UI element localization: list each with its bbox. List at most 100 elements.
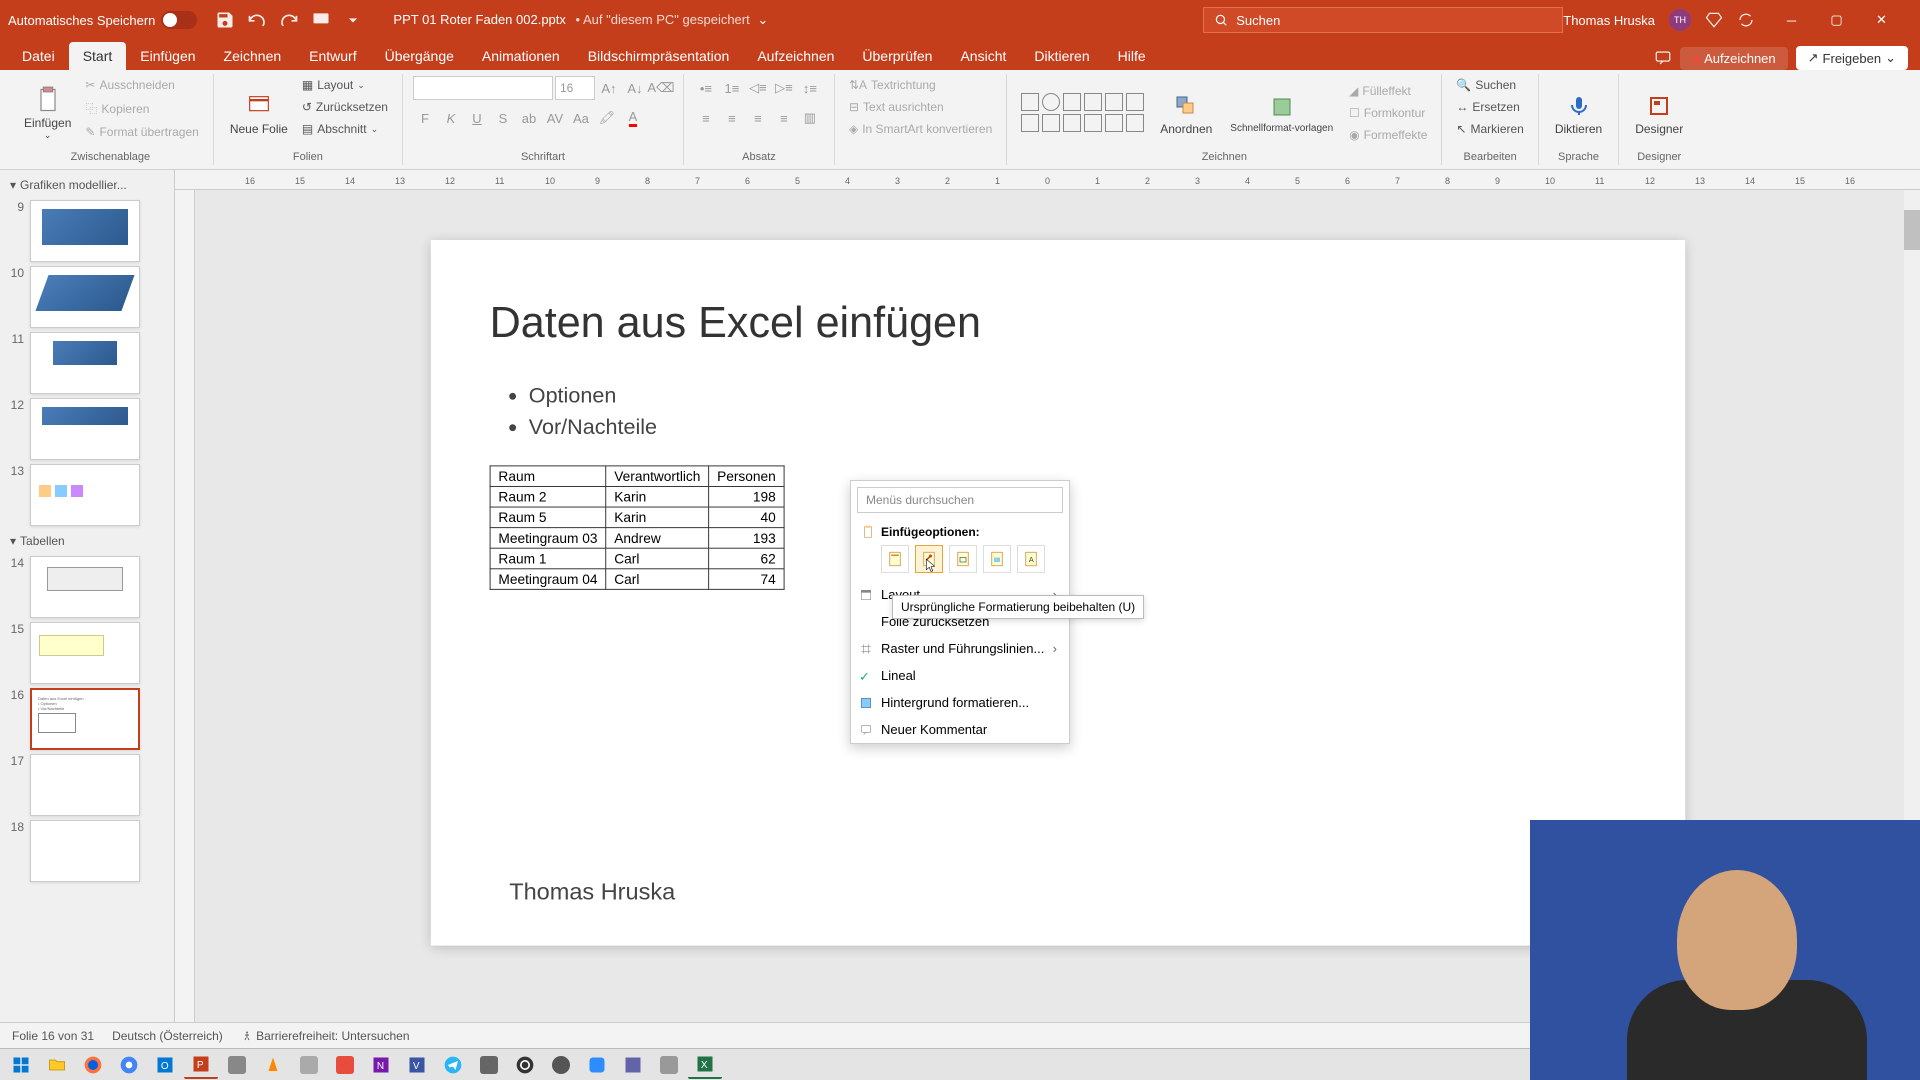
onenote-icon[interactable]: N bbox=[364, 1051, 398, 1079]
app-icon[interactable] bbox=[472, 1051, 506, 1079]
slide-title[interactable]: Daten aus Excel einfügen bbox=[489, 299, 980, 348]
paste-text-only[interactable]: A bbox=[1017, 545, 1045, 573]
teams-icon[interactable] bbox=[616, 1051, 650, 1079]
increase-font-button[interactable]: A↑ bbox=[597, 76, 621, 100]
layout-button[interactable]: ▦Layout⌄ bbox=[298, 76, 392, 94]
new-slide-button[interactable]: Neue Folie bbox=[224, 76, 294, 149]
ctx-grid[interactable]: Raster und Führungslinien... › bbox=[851, 635, 1069, 662]
slide-content[interactable]: Optionen Vor/Nachteile bbox=[489, 377, 656, 446]
italic-button[interactable]: K bbox=[439, 106, 463, 130]
strikethrough-button[interactable]: S bbox=[491, 106, 515, 130]
chrome-icon[interactable] bbox=[112, 1051, 146, 1079]
numbering-button[interactable]: 1≡ bbox=[720, 76, 744, 100]
tab-start[interactable]: Start bbox=[69, 42, 127, 70]
paste-button[interactable]: Einfügen ⌄ bbox=[18, 76, 77, 149]
slide-author[interactable]: Thomas Hruska bbox=[509, 879, 675, 906]
tab-einfuegen[interactable]: Einfügen bbox=[126, 42, 209, 70]
justify-button[interactable]: ≡ bbox=[772, 106, 796, 130]
save-icon[interactable] bbox=[215, 10, 235, 30]
columns-button[interactable]: ▥ bbox=[798, 106, 822, 130]
shape-gallery[interactable] bbox=[1017, 89, 1148, 136]
clear-format-button[interactable]: A⌫ bbox=[649, 76, 673, 100]
excel-icon[interactable]: X bbox=[688, 1051, 722, 1079]
designer-button[interactable]: Designer bbox=[1629, 76, 1689, 149]
char-spacing-button[interactable]: AV bbox=[543, 106, 567, 130]
tab-datei[interactable]: Datei bbox=[8, 42, 69, 70]
decrease-indent-button[interactable]: ◁≡ bbox=[746, 76, 770, 100]
arrange-button[interactable]: Anordnen bbox=[1154, 86, 1218, 140]
redo-icon[interactable] bbox=[279, 10, 299, 30]
font-color-button[interactable]: A bbox=[621, 106, 645, 130]
bold-button[interactable]: F bbox=[413, 106, 437, 130]
autosave-toggle[interactable]: Automatisches Speichern bbox=[8, 11, 197, 29]
paste-embed[interactable] bbox=[949, 545, 977, 573]
replace-button[interactable]: ↔Ersetzen bbox=[1452, 98, 1527, 116]
tab-entwurf[interactable]: Entwurf bbox=[295, 42, 370, 70]
tab-zeichnen[interactable]: Zeichnen bbox=[210, 42, 296, 70]
slide-panel[interactable]: ▾ Grafiken modellier... 9 10 11 12 13 ▾ … bbox=[0, 170, 175, 1050]
underline-button[interactable]: U bbox=[465, 106, 489, 130]
present-icon[interactable] bbox=[311, 10, 331, 30]
more-icon[interactable] bbox=[343, 10, 363, 30]
bullets-button[interactable]: •≡ bbox=[694, 76, 718, 100]
language-indicator[interactable]: Deutsch (Österreich) bbox=[112, 1029, 223, 1043]
highlight-button[interactable]: 🖍 bbox=[595, 106, 619, 130]
dictate-button[interactable]: Diktieren bbox=[1549, 76, 1608, 149]
case-button[interactable]: Aa bbox=[569, 106, 593, 130]
tab-ueberpruefen[interactable]: Überprüfen bbox=[848, 42, 946, 70]
obs-icon[interactable] bbox=[508, 1051, 542, 1079]
select-button[interactable]: ↖Markieren bbox=[1452, 120, 1527, 138]
telegram-icon[interactable] bbox=[436, 1051, 470, 1079]
app-icon[interactable] bbox=[652, 1051, 686, 1079]
app-icon[interactable] bbox=[220, 1051, 254, 1079]
thumb-18[interactable]: 18 bbox=[6, 820, 168, 882]
tab-bildschirm[interactable]: Bildschirmpräsentation bbox=[574, 42, 744, 70]
reset-button[interactable]: ↺Zurücksetzen bbox=[298, 98, 392, 116]
start-button[interactable] bbox=[4, 1051, 38, 1079]
section-tabellen[interactable]: ▾ Tabellen bbox=[4, 530, 170, 552]
ctx-format-bg[interactable]: Hintergrund formatieren... bbox=[851, 689, 1069, 716]
ctx-ruler[interactable]: ✓ Lineal bbox=[851, 662, 1069, 689]
thumb-15[interactable]: 15 bbox=[6, 622, 168, 684]
paste-keep-source[interactable] bbox=[915, 545, 943, 573]
toggle-switch[interactable] bbox=[161, 11, 197, 29]
firefox-icon[interactable] bbox=[76, 1051, 110, 1079]
thumb-10[interactable]: 10 bbox=[6, 266, 168, 328]
thumb-14[interactable]: 14 bbox=[6, 556, 168, 618]
powerpoint-icon[interactable]: P bbox=[184, 1051, 218, 1079]
align-right-button[interactable]: ≡ bbox=[746, 106, 770, 130]
tab-animationen[interactable]: Animationen bbox=[468, 42, 574, 70]
outlook-icon[interactable]: O bbox=[148, 1051, 182, 1079]
zoom-icon[interactable] bbox=[580, 1051, 614, 1079]
diamond-icon[interactable] bbox=[1705, 11, 1723, 29]
thumb-17[interactable]: 17 bbox=[6, 754, 168, 816]
app-icon[interactable] bbox=[544, 1051, 578, 1079]
section-button[interactable]: ▤Abschnitt⌄ bbox=[298, 120, 392, 138]
comments-icon[interactable] bbox=[1654, 49, 1672, 67]
search-input[interactable]: Suchen bbox=[1203, 7, 1563, 33]
menu-search-input[interactable]: Menüs durchsuchen bbox=[857, 487, 1063, 513]
sync-icon[interactable] bbox=[1737, 11, 1755, 29]
ctx-new-comment[interactable]: Neuer Kommentar bbox=[851, 716, 1069, 743]
quick-styles-button[interactable]: Schnellformat-vorlagen bbox=[1224, 87, 1339, 138]
ruler-horizontal[interactable]: 1615141312111098765432101234567891011121… bbox=[175, 170, 1920, 190]
ruler-vertical[interactable] bbox=[175, 190, 195, 1050]
slide-counter[interactable]: Folie 16 von 31 bbox=[12, 1029, 94, 1043]
tab-ansicht[interactable]: Ansicht bbox=[946, 42, 1020, 70]
thumb-9[interactable]: 9 bbox=[6, 200, 168, 262]
explorer-icon[interactable] bbox=[40, 1051, 74, 1079]
increase-indent-button[interactable]: ▷≡ bbox=[772, 76, 796, 100]
chevron-down-icon[interactable]: ⌄ bbox=[757, 12, 768, 27]
tab-aufzeichnen[interactable]: Aufzeichnen bbox=[743, 42, 848, 70]
decrease-font-button[interactable]: A↓ bbox=[623, 76, 647, 100]
find-button[interactable]: 🔍Suchen bbox=[1452, 76, 1527, 94]
tab-diktieren[interactable]: Diktieren bbox=[1020, 42, 1103, 70]
paste-picture[interactable] bbox=[983, 545, 1011, 573]
shadow-button[interactable]: ab bbox=[517, 106, 541, 130]
font-size-select[interactable] bbox=[555, 76, 595, 100]
font-family-select[interactable] bbox=[413, 76, 553, 100]
close-button[interactable]: ✕ bbox=[1859, 0, 1904, 40]
excel-table[interactable]: Raum Verantwortlich Personen Raum 2Karin… bbox=[489, 465, 784, 589]
line-spacing-button[interactable]: ↕≡ bbox=[798, 76, 822, 100]
minimize-button[interactable]: ─ bbox=[1769, 0, 1814, 40]
